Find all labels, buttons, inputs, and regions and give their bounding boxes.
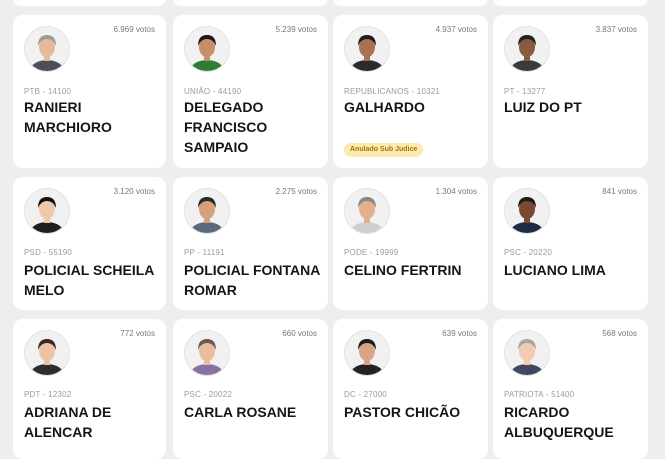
person-avatar-icon <box>184 188 230 234</box>
party-number: PSC - 20220 <box>504 248 553 257</box>
candidate-name: CELINO FERTRIN <box>344 262 462 278</box>
candidate-card[interactable]: 639 votos DC - 27000 PASTOR CHICÃO <box>333 319 488 459</box>
candidate-card[interactable]: 660 votos PSC - 20022 CARLA ROSANE <box>173 319 328 459</box>
votes-count: 1.304 votos <box>435 187 477 196</box>
person-avatar-icon <box>504 26 550 72</box>
party-number: PATRIOTA - 51400 <box>504 390 575 399</box>
candidate-name: LUCIANO LIMA <box>504 262 606 278</box>
party-number: PDT - 12302 <box>24 390 72 399</box>
person-avatar-icon <box>24 188 70 234</box>
votes-count: 660 votos <box>282 329 317 338</box>
candidate-card[interactable]: 1.304 votos PODE - 19999 CELINO FERTRIN <box>333 177 488 310</box>
candidate-name: LUIZ DO PT <box>504 99 582 115</box>
person-avatar-icon <box>24 26 70 72</box>
candidate-name: RICARDO ALBUQUERQUE <box>504 404 614 440</box>
votes-count: 4.937 votos <box>435 25 477 34</box>
votes-count: 3.120 votos <box>113 187 155 196</box>
votes-count: 6.969 votos <box>113 25 155 34</box>
person-avatar-icon <box>344 330 390 376</box>
party-number: PSC - 20022 <box>184 390 233 399</box>
candidate-card[interactable]: 4.937 votos REPUBLICANOS - 10321 GALHARDO A… <box>333 15 488 168</box>
status-badge: Anulado Sub Judice <box>344 143 424 157</box>
votes-count: 639 votos <box>442 329 477 338</box>
person-avatar-icon <box>344 26 390 72</box>
candidate-card[interactable]: 568 votos PATRIOTA - 51400 RICARDO ALBUQUE… <box>493 319 648 459</box>
card-stub <box>173 0 328 6</box>
candidate-name: DELEGADO FRANCISCO SAMPAIO <box>184 99 268 155</box>
party-number: PODE - 19999 <box>344 248 399 257</box>
candidate-name: PASTOR CHICÃO <box>344 404 461 420</box>
votes-count: 568 votos <box>602 329 637 338</box>
person-avatar-icon <box>504 330 550 376</box>
person-avatar-icon <box>184 330 230 376</box>
candidate-card[interactable]: 3.120 votos PSD - 55190 POLICIAL SCHEILA M… <box>13 177 166 310</box>
person-avatar-icon <box>344 188 390 234</box>
candidate-card[interactable]: 2.275 votos PP - 11191 POLICIAL FONTANA RO… <box>173 177 328 310</box>
party-number: DC - 27000 <box>344 390 387 399</box>
candidate-name: GALHARDO <box>344 99 425 115</box>
candidate-card[interactable]: 5.239 votos UNIÃO - 44190 DELEGADO FRANCIS… <box>173 15 328 168</box>
party-number: PT - 13277 <box>504 87 546 96</box>
party-number: UNIÃO - 44190 <box>184 87 242 96</box>
candidate-name: POLICIAL SCHEILA MELO <box>24 262 154 298</box>
votes-count: 2.275 votos <box>275 187 317 196</box>
votes-count: 3.837 votos <box>595 25 637 34</box>
candidate-card[interactable]: 772 votos PDT - 12302 ADRIANA DE ALENCAR <box>13 319 166 459</box>
candidate-name: ADRIANA DE ALENCAR <box>24 404 112 440</box>
candidate-card[interactable]: 3.837 votos PT - 13277 LUIZ DO PT <box>493 15 648 168</box>
candidate-card[interactable]: 6.969 votos PTB - 14100 RANIERI MARCHIORO <box>13 15 166 168</box>
person-avatar-icon <box>504 188 550 234</box>
candidate-name: POLICIAL FONTANA ROMAR <box>184 262 320 298</box>
card-stub <box>493 0 648 6</box>
candidate-name: CARLA ROSANE <box>184 404 297 420</box>
votes-count: 841 votos <box>602 187 637 196</box>
party-number: PP - 11191 <box>184 248 225 257</box>
votes-count: 5.239 votos <box>275 25 317 34</box>
party-number: PSD - 55190 <box>24 248 73 257</box>
votes-count: 772 votos <box>120 329 155 338</box>
person-avatar-icon <box>24 330 70 376</box>
candidate-card[interactable]: 841 votos PSC - 20220 LUCIANO LIMA <box>493 177 648 310</box>
party-number: REPUBLICANOS - 10321 <box>344 87 441 96</box>
card-stub <box>333 0 488 6</box>
person-avatar-icon <box>184 26 230 72</box>
candidate-name: RANIERI MARCHIORO <box>24 99 112 135</box>
party-number: PTB - 14100 <box>24 87 72 96</box>
card-stub <box>13 0 166 6</box>
